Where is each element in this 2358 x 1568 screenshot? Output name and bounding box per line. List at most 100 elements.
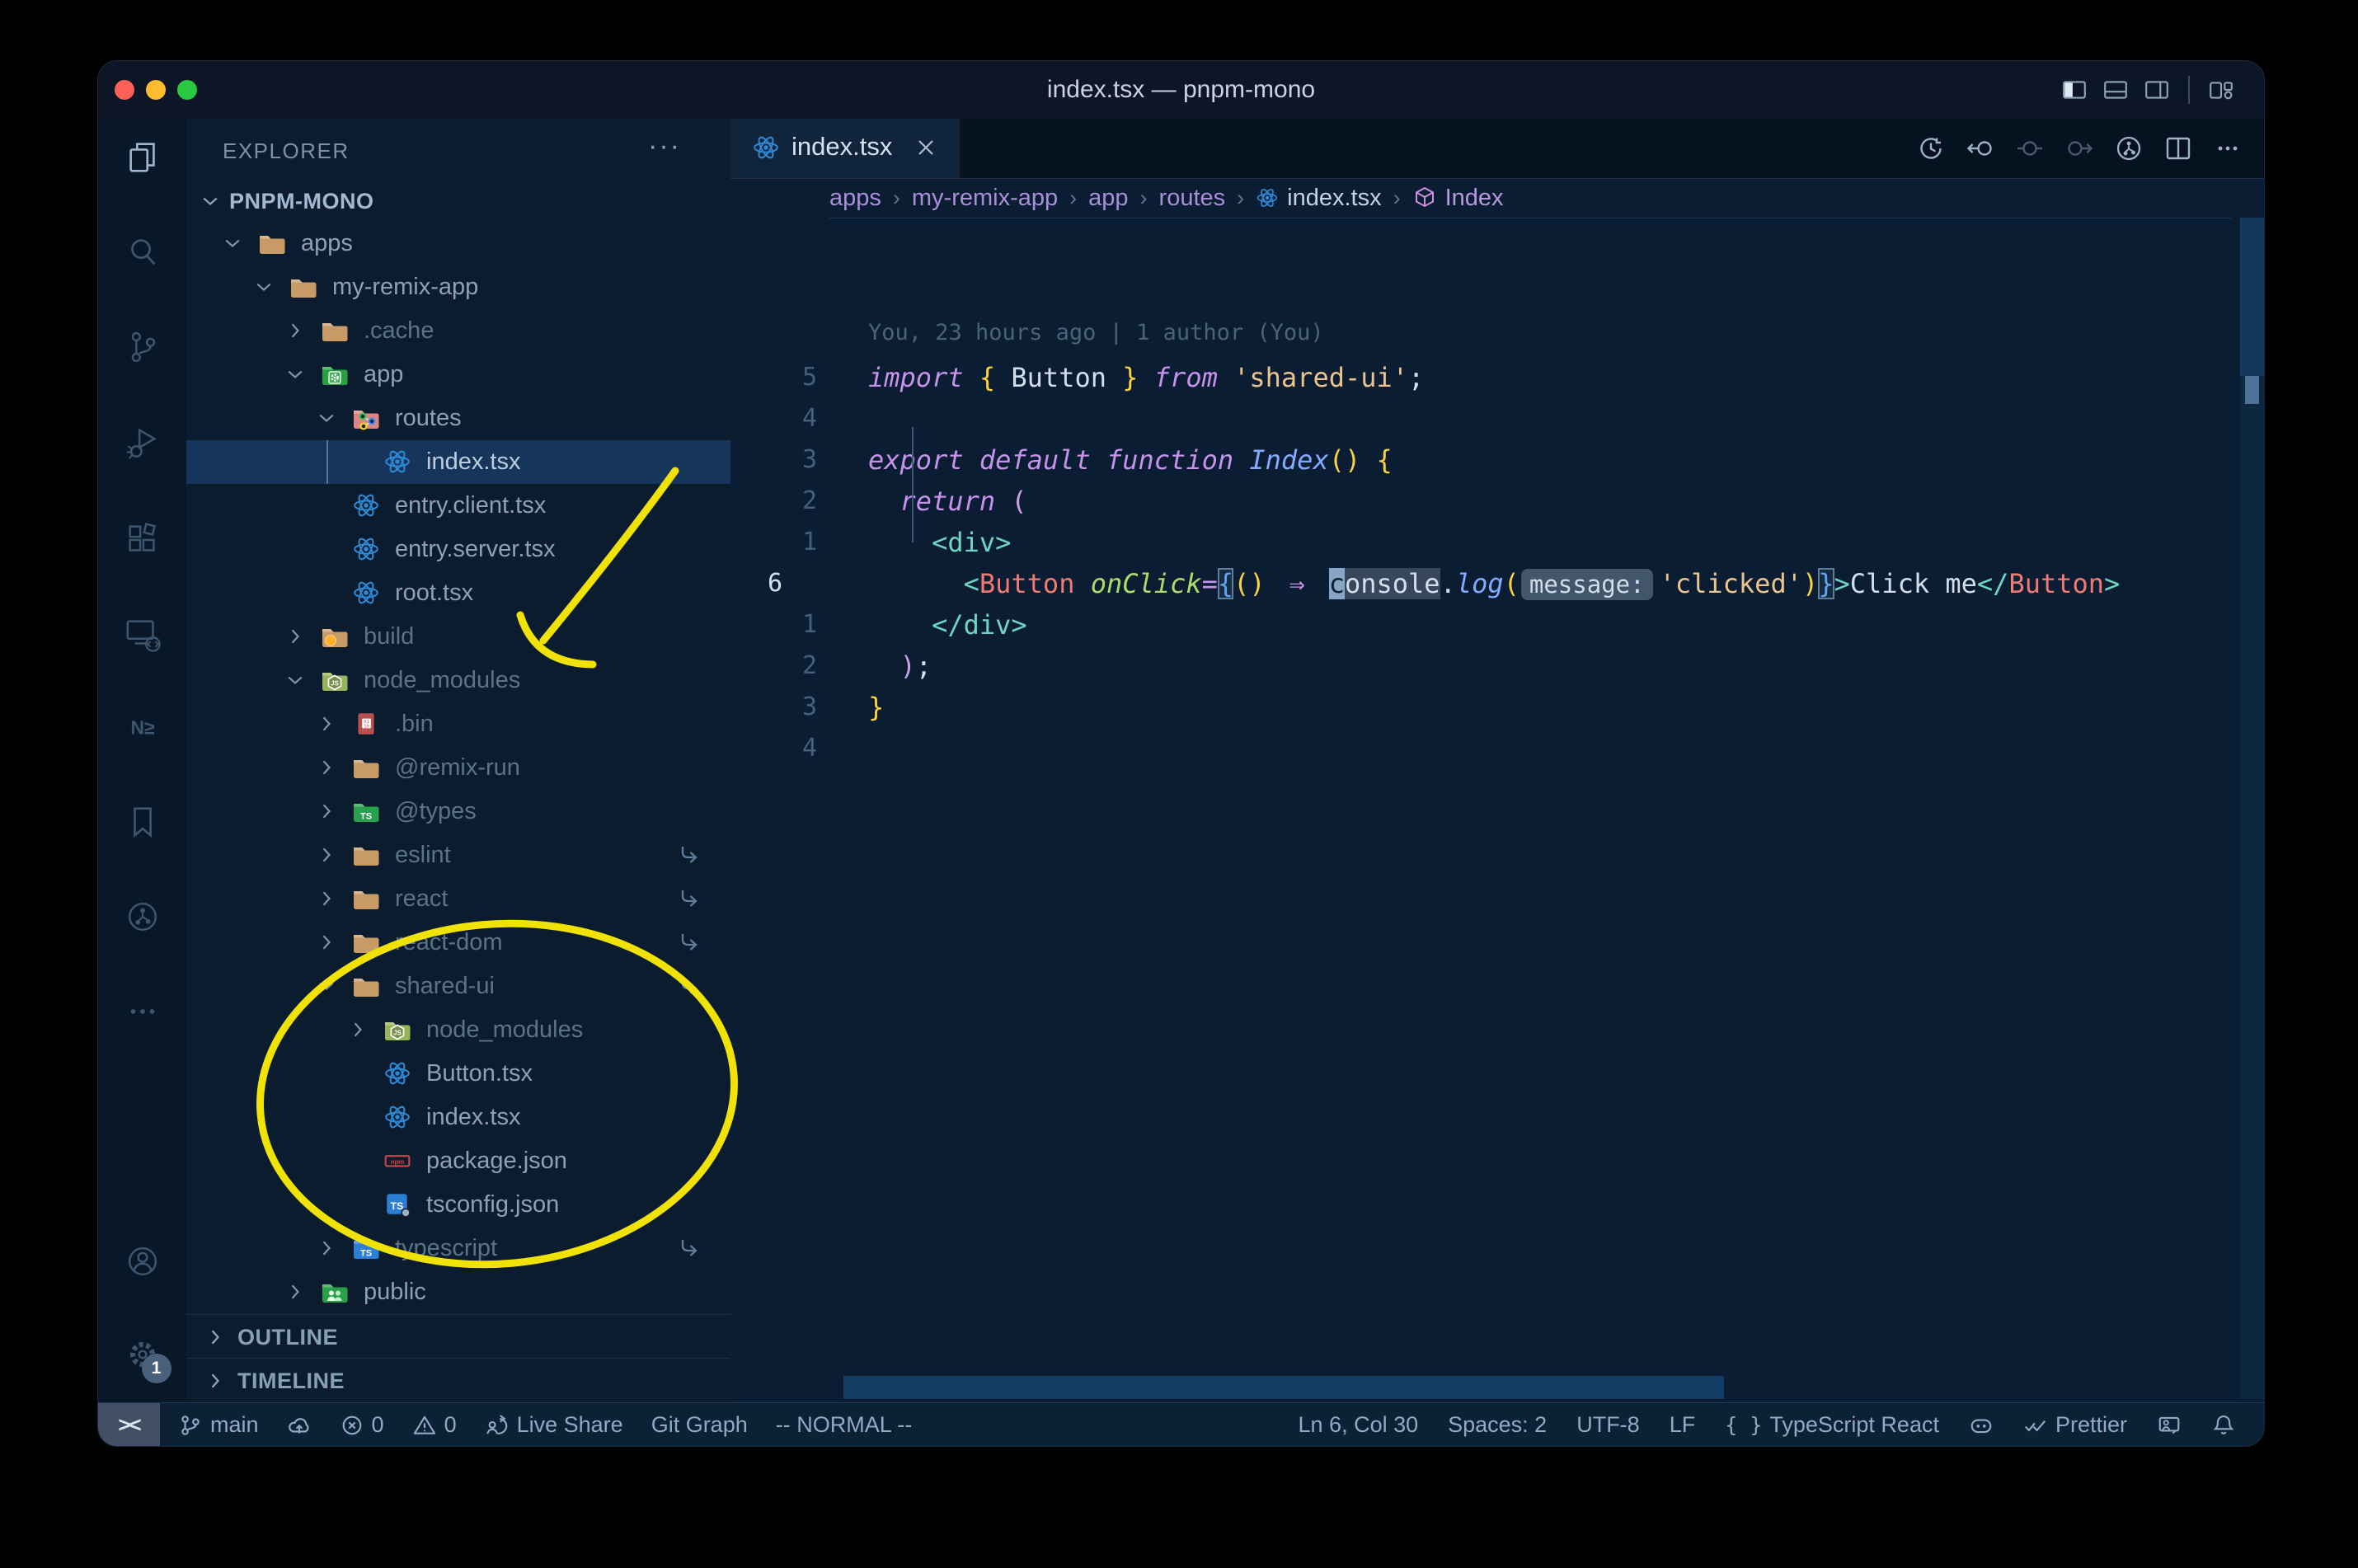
breadcrumb-item-apps[interactable]: apps [829,185,881,212]
next-change-button[interactable] [2064,134,2094,163]
tree-item-node-modules[interactable]: JS node_modules [186,1008,730,1052]
tree-item-index-tsx[interactable]: index.tsx [186,1096,730,1139]
explorer-more-button[interactable]: ··· [648,130,681,162]
activity-item-more[interactable] [98,972,186,1051]
code-line[interactable]: 6 <Button onClick={() ⇒ console.log(mess… [730,563,2240,604]
more-actions-button[interactable] [2213,134,2243,163]
line-number[interactable]: 3 [730,687,817,728]
code-line[interactable]: 4 [730,728,2240,769]
timeline-history-button[interactable] [1916,134,1946,163]
horizontal-scrollbar[interactable] [843,1376,1724,1399]
code-line[interactable]: 4 [730,398,2240,439]
line-number[interactable]: 1 [730,522,817,563]
tree-item-routes[interactable]: routes [186,397,730,440]
tree-item-package-json[interactable]: npm package.json [186,1139,730,1183]
tree-item-index-tsx[interactable]: index.tsx [186,440,730,484]
line-number[interactable]: 4 [730,728,817,769]
breadcrumb-item-my-remix-app[interactable]: my-remix-app [912,185,1058,212]
status-item-prettier[interactable]: Prettier [2023,1412,2127,1438]
activity-item-explorer[interactable] [98,118,186,197]
tree-item-tsconfig-json[interactable]: TS tsconfig.json [186,1183,730,1227]
activity-item-git-graph[interactable] [98,877,186,956]
status-item-live-share[interactable]: Live Share [485,1412,623,1438]
breadcrumb-item-index-tsx[interactable]: index.tsx [1256,185,1382,212]
status-item-0[interactable]: 0 [412,1412,457,1438]
git-graph-button[interactable] [2114,134,2144,163]
status-item--normal-[interactable]: -- NORMAL -- [776,1412,912,1438]
tree-item--bin[interactable]: 01 10 .bin [186,702,730,746]
status-item-copilot[interactable] [1969,1413,1994,1438]
code-editor[interactable]: You, 23 hours ago | 1 author (You) 5 impor… [730,218,2240,1376]
close-icon[interactable] [914,135,938,164]
tree-item-my-remix-app[interactable]: my-remix-app [186,265,730,309]
activity-item-settings[interactable]: 1 [98,1315,186,1394]
tree-item-shared-ui[interactable]: shared-ui [186,965,730,1008]
tree-item-node-modules[interactable]: JS node_modules [186,659,730,702]
tree-item-typescript[interactable]: TS typescript [186,1227,730,1270]
activity-item-account[interactable] [98,1222,186,1301]
toggle-panel-button[interactable] [2102,77,2129,103]
status-item-ln-6-col-30[interactable]: Ln 6, Col 30 [1299,1412,1419,1438]
line-number[interactable]: 5 [730,357,817,398]
activity-item-bookmarks[interactable] [98,782,186,861]
status-item-main[interactable]: main [178,1412,259,1438]
tab-index-tsx[interactable]: index.tsx [730,119,960,178]
toggle-primary-sidebar-button[interactable] [2061,77,2088,103]
timeline-section[interactable]: TIMELINE [186,1358,730,1402]
tree-item-entry-client-tsx[interactable]: entry.client.tsx [186,484,730,528]
status-item-cloud-upload[interactable] [287,1413,312,1438]
line-number[interactable]: 6 [768,563,834,604]
code-line[interactable]: 1 </div> [730,604,2240,646]
code-line[interactable]: 2 return ( [730,481,2240,522]
scrollbar-thumb[interactable] [2240,218,2264,376]
code-line[interactable]: 3} [730,687,2240,728]
toggle-secondary-sidebar-button[interactable] [2144,77,2170,103]
status-item-spaces-2[interactable]: Spaces: 2 [1448,1412,1547,1438]
tree-item-react-dom[interactable]: react-dom [186,921,730,965]
line-number[interactable]: 3 [730,439,817,481]
activity-item-nx-console[interactable]: N≥ [98,688,186,767]
project-root-row[interactable]: PNPM-MONO [186,182,730,222]
activity-item-extensions[interactable] [98,500,186,579]
breadcrumb-item-app[interactable]: app [1088,185,1128,212]
tree-item-eslint[interactable]: eslint [186,833,730,877]
activity-item-remote-explorer[interactable] [98,594,186,674]
breadcrumb-item-index[interactable]: Index [1412,185,1504,212]
vertical-scrollbar[interactable] [2240,218,2264,1399]
line-number[interactable]: 4 [730,398,817,439]
tree-item-app[interactable]: app [186,353,730,397]
status-item-lf[interactable]: LF [1670,1412,1696,1438]
code-line[interactable]: 2 ); [730,646,2240,687]
tree-item-apps[interactable]: apps [186,222,730,265]
tree-item-button-tsx[interactable]: Button.tsx [186,1052,730,1096]
tree-item--cache[interactable]: .cache [186,309,730,353]
tree-item--remix-run[interactable]: @remix-run [186,746,730,790]
code-line[interactable]: 5 import { Button } from 'shared-ui'; [730,357,2240,398]
activity-item-run-debug[interactable] [98,403,186,482]
tree-item-public[interactable]: public [186,1270,730,1314]
activity-item-search[interactable] [98,213,186,292]
tree-item-root-tsx[interactable]: root.tsx [186,571,730,615]
previous-change-button[interactable] [1966,134,1995,163]
code-line[interactable]: 1 <div> [730,522,2240,563]
tree-item--types[interactable]: TS @types [186,790,730,833]
status-item-typescript-react[interactable]: { } TypeScript React [1725,1412,1939,1438]
status-item-feedback[interactable] [2157,1413,2182,1438]
status-item-0[interactable]: 0 [340,1412,384,1438]
line-number[interactable]: 2 [730,646,817,687]
line-number[interactable]: 1 [730,604,817,646]
status-item-utf-8[interactable]: UTF-8 [1576,1412,1640,1438]
remote-indicator[interactable]: >< [98,1403,160,1446]
breadcrumb-item-routes[interactable]: routes [1159,185,1226,212]
code-line[interactable]: 3 export default function Index() { [730,439,2240,481]
split-editor-button[interactable] [2163,134,2193,163]
customize-layout-button[interactable] [2208,77,2234,103]
line-number[interactable]: 2 [730,481,817,522]
tree-item-build[interactable]: build [186,615,730,659]
tree-item-entry-server-tsx[interactable]: entry.server.tsx [186,528,730,571]
status-item-git-graph[interactable]: Git Graph [651,1412,748,1438]
activity-item-source-control[interactable] [98,307,186,387]
status-item-bell[interactable] [2211,1413,2236,1438]
tree-item-react[interactable]: react [186,877,730,921]
outline-section[interactable]: OUTLINE [186,1314,730,1359]
